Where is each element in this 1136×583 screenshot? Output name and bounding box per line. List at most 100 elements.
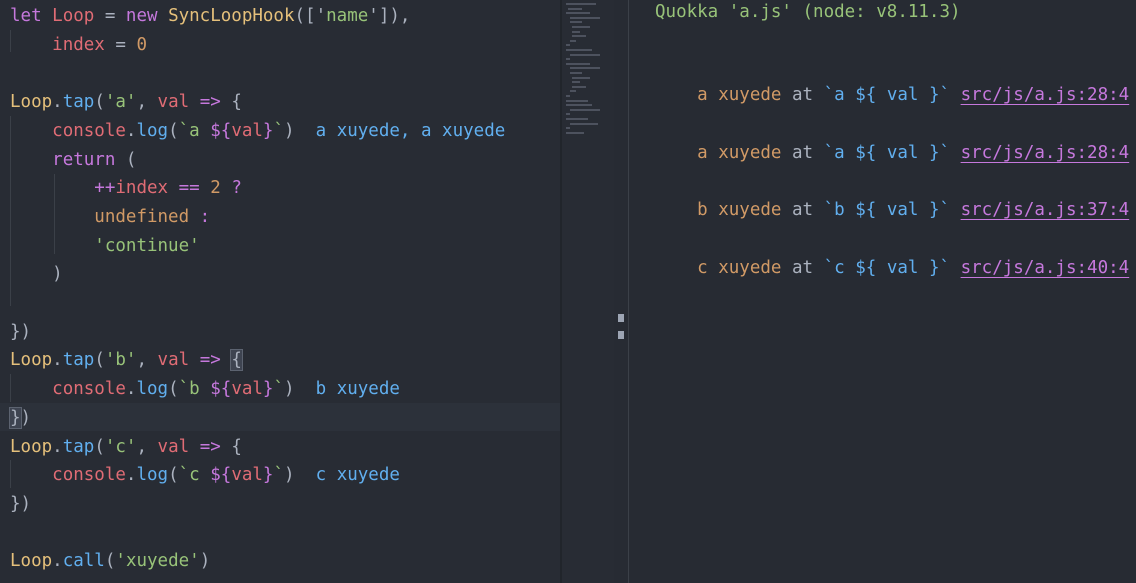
code-token: . [52, 92, 63, 113]
minimap-line [566, 99, 588, 102]
code-line[interactable]: console.log(`b ${val}`) b xuyede [10, 375, 400, 403]
code-line[interactable]: index = 0 [10, 31, 147, 59]
code-line[interactable]: Loop.tap('b', val => { [10, 346, 243, 374]
code-line[interactable]: undefined : [10, 203, 210, 231]
code-token: 'continue' [94, 235, 200, 256]
scroll-marker-top[interactable] [618, 314, 624, 322]
code-token: ) [284, 379, 316, 400]
source-link[interactable]: src/js/a.js:28:4 [961, 85, 1130, 105]
code-token: }) [10, 321, 32, 342]
code-token: 'xuyede' [115, 551, 200, 572]
inline-output-value: a xuyede, a xuyede [315, 120, 506, 141]
code-token: } [262, 120, 274, 141]
code-token: ( [94, 350, 105, 371]
code-line[interactable]: console.log(`a ${val}`) a xuyede, a xuye… [10, 117, 505, 145]
code-line[interactable]: }) [10, 490, 31, 518]
output-at-label: at [792, 200, 814, 220]
code-line[interactable]: let Loop = new SyncLoopHook(['name']), [10, 2, 410, 30]
code-token: }) [10, 493, 32, 514]
code-token: log [136, 465, 169, 486]
code-token: val [231, 120, 263, 141]
source-link[interactable]: src/js/a.js:40:4 [961, 258, 1130, 278]
code-line[interactable]: Loop.tap('c', val => { [10, 433, 242, 461]
minimap-line [572, 76, 590, 79]
code-token: ([' [294, 6, 327, 26]
code-token: ']), [368, 6, 411, 26]
code-token: tap [62, 436, 95, 457]
code-token: => [199, 350, 221, 371]
source-link[interactable]: src/js/a.js:37:4 [961, 200, 1130, 220]
code-token: . [125, 120, 137, 141]
code-token: 'b' [104, 350, 137, 371]
minimap-line [570, 122, 598, 125]
code-line[interactable]: console.log(`c ${val}`) c xuyede [10, 461, 400, 489]
code-token: ( [94, 92, 105, 113]
output-message: b xuyede [697, 200, 782, 220]
code-token: ( [104, 551, 116, 572]
code-token: ? [231, 178, 242, 199]
quokka-output-panel: Quokka 'a.js' (node: v8.11.3) a xuyede a… [629, 0, 1136, 583]
output-message: a xuyede [697, 143, 782, 163]
code-token: 'c' [104, 436, 137, 457]
code-token: ( [94, 436, 105, 457]
output-entry: b xuyede at `b ${ val }` src/js/a.js:37:… [655, 168, 1129, 220]
code-token: . [52, 551, 63, 572]
output-message: c xuyede [697, 258, 782, 278]
minimap-line [570, 53, 600, 56]
code-token: } [9, 406, 22, 429]
minimap-line [566, 104, 592, 107]
code-token: : [199, 206, 211, 227]
code-token: Loop [10, 92, 53, 113]
inline-output-value: c xuyede [315, 465, 400, 486]
code-token: val [157, 350, 190, 371]
code-token: name [326, 6, 369, 26]
code-token: ) [199, 551, 211, 572]
code-token: index [52, 34, 105, 55]
code-token: } [262, 379, 274, 400]
minimap-line [566, 95, 570, 97]
code-token: tap [62, 92, 95, 113]
minimap-line [566, 113, 570, 116]
code-token: ( [168, 120, 179, 141]
code-line[interactable]: ) [10, 260, 63, 288]
code-line[interactable]: Loop.call('xuyede') [10, 547, 210, 575]
code-token: ${ [210, 465, 232, 486]
scroll-marker-bottom[interactable] [618, 331, 624, 339]
minimap[interactable] [562, 0, 614, 583]
output-entry: a xuyede at `a ${ val }` src/js/a.js:28:… [655, 111, 1129, 163]
source-link[interactable]: src/js/a.js:28:4 [961, 143, 1130, 163]
code-line[interactable]: }) [10, 318, 31, 346]
code-line[interactable]: 'continue' [10, 232, 200, 260]
code-token: ) [284, 465, 316, 486]
output-at-label: at [792, 258, 814, 278]
code-token: 0 [136, 34, 147, 55]
code-token: { [230, 349, 243, 372]
code-token: tap [62, 350, 95, 371]
minimap-line [570, 39, 576, 42]
code-line[interactable]: }) [9, 404, 31, 432]
output-message: a xuyede [697, 85, 782, 105]
code-line[interactable]: Loop.tap('a', val => { [10, 88, 242, 116]
minimap-line [570, 108, 600, 111]
minimap-line [566, 118, 588, 120]
code-token: . [125, 379, 137, 400]
output-expression: `a ${ val }` [823, 85, 951, 105]
output-entry: a xuyede at `a ${ val }` src/js/a.js:28:… [655, 53, 1129, 105]
code-token: ` [273, 379, 285, 400]
code-line[interactable]: return ( [10, 146, 136, 174]
output-entry: c xuyede at `c ${ val }` src/js/a.js:40:… [655, 226, 1129, 278]
code-line[interactable]: ++index == 2 ? [10, 174, 242, 202]
code-token: ` [273, 465, 285, 486]
code-editor[interactable]: let Loop = new SyncLoopHook(['name']), i… [0, 0, 560, 583]
code-token: = [94, 6, 126, 26]
code-token: new [125, 6, 169, 26]
code-token: Loop [52, 6, 95, 26]
minimap-line [572, 81, 580, 84]
